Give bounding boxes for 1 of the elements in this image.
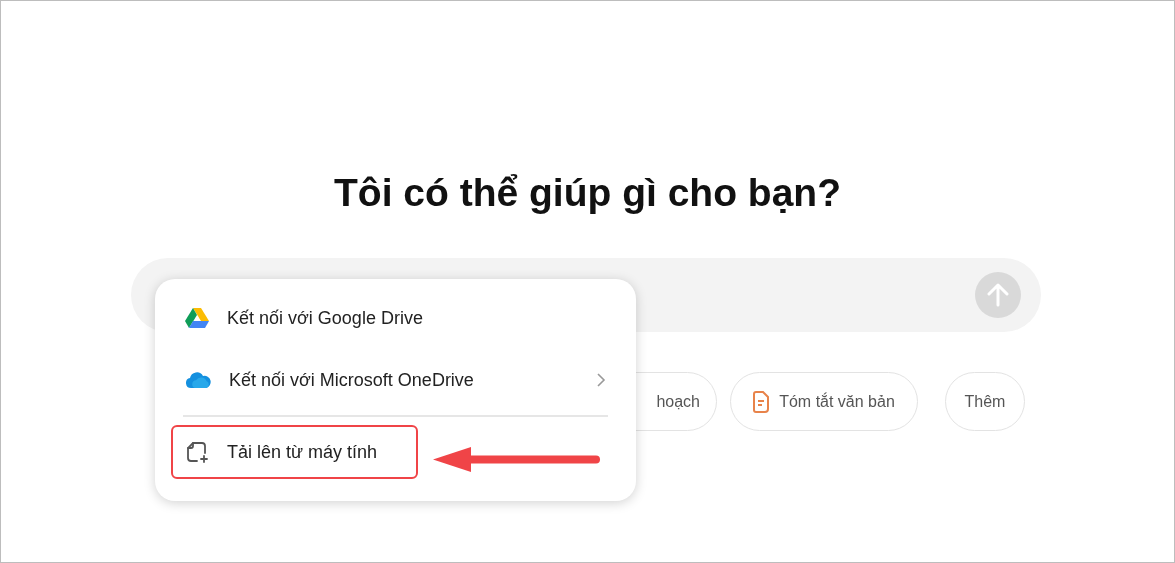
page-heading: Tôi có thể giúp gì cho bạn?	[334, 170, 841, 216]
